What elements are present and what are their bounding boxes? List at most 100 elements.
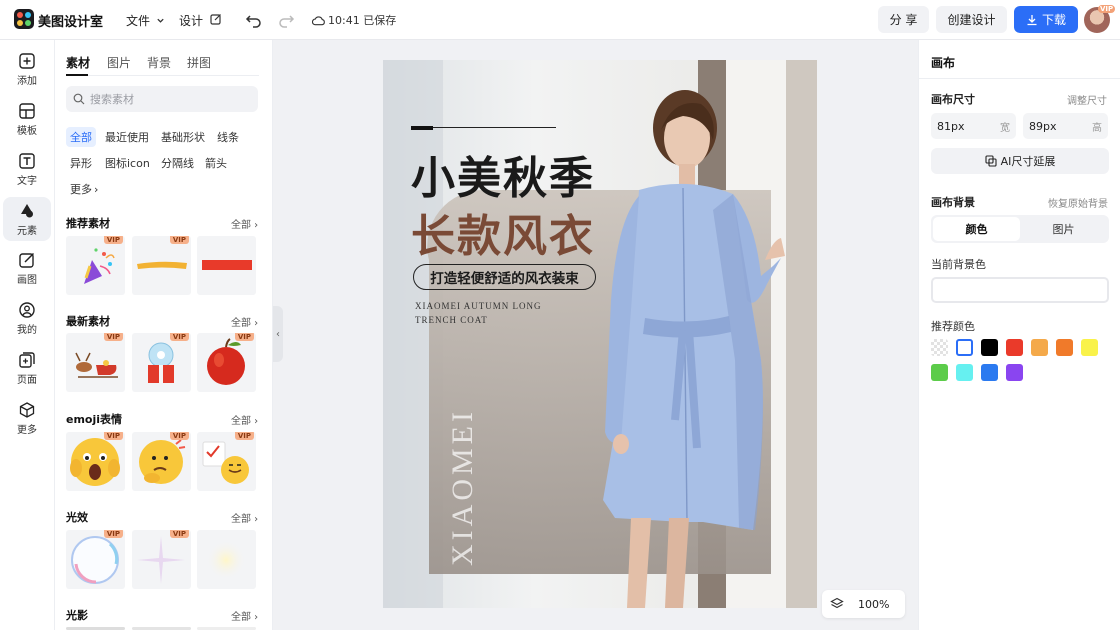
asset-thumb[interactable]: VIP	[132, 432, 191, 491]
sparkle-icon	[137, 536, 185, 584]
chip-dividers[interactable]: 分隔线	[157, 153, 198, 173]
nav-item-elements[interactable]: 元素	[3, 197, 51, 241]
tab-images[interactable]: 图片	[107, 54, 131, 71]
design-menu[interactable]: 设计	[179, 12, 222, 29]
edit-icon	[210, 14, 221, 25]
asset-thumb[interactable]	[197, 530, 256, 589]
nav-label-draw: 画图	[17, 274, 37, 286]
swatch-red[interactable]	[1006, 339, 1023, 356]
model-photo[interactable]	[383, 60, 817, 608]
nav-item-text[interactable]: 文字	[3, 147, 51, 191]
user-icon	[19, 301, 35, 318]
swatch-orange[interactable]	[1056, 339, 1073, 356]
recommended-colors-label: 推荐颜色	[931, 320, 975, 333]
tab-materials[interactable]: 素材	[66, 54, 90, 71]
seg-image[interactable]: 图片	[1020, 217, 1107, 241]
tab-backgrounds[interactable]: 背景	[147, 54, 171, 71]
active-tab-indicator	[66, 74, 88, 76]
panel-divider	[919, 78, 1120, 79]
bubble-icon	[71, 536, 119, 584]
chip-recent[interactable]: 最近使用	[101, 127, 153, 147]
collapse-panel-handle[interactable]: ‹	[273, 306, 283, 362]
swatch-light-orange[interactable]	[1031, 339, 1048, 356]
zoom-value[interactable]: 100%	[858, 598, 889, 611]
asset-thumb[interactable]: VIP	[132, 236, 191, 295]
nav-item-more[interactable]: 更多	[3, 396, 51, 440]
asset-thumb[interactable]: VIP	[66, 432, 125, 491]
swatch-yellow[interactable]	[1081, 339, 1098, 356]
app-logo-icon[interactable]	[14, 9, 34, 29]
nav-item-add[interactable]: 添加	[3, 47, 51, 91]
canvas-bg-label: 画布背景	[931, 196, 975, 209]
swatch-black[interactable]	[981, 339, 998, 356]
width-value: 81px	[937, 119, 965, 133]
swatch-green[interactable]	[931, 364, 948, 381]
see-all-label: 全部	[231, 318, 251, 329]
section-all-recommended[interactable]: 全部 ›	[231, 216, 258, 231]
current-bg-label: 当前背景色	[931, 258, 986, 271]
section-title-light-shadow: 光影	[66, 609, 88, 622]
adjust-size-link[interactable]: 调整尺寸	[1067, 92, 1107, 107]
see-all-label: 全部	[231, 220, 251, 231]
see-all-label: 全部	[231, 416, 251, 427]
asset-thumb[interactable]: VIP	[197, 432, 256, 491]
download-button[interactable]: 下载	[1014, 6, 1078, 33]
vip-badge: VIP	[234, 333, 254, 341]
nav-item-pages[interactable]: 页面	[3, 346, 51, 390]
glow-icon	[206, 540, 246, 580]
nav-item-draw[interactable]: 画图	[3, 246, 51, 290]
ai-size-extend-button[interactable]: AI尺寸延展	[931, 148, 1109, 174]
asset-thumb[interactable]: VIP	[66, 236, 125, 295]
swatch-transparent[interactable]	[931, 339, 948, 356]
search-input[interactable]: 搜索素材	[66, 86, 258, 112]
width-field[interactable]: 81px 宽	[931, 113, 1016, 139]
app-name[interactable]: 美图设计室	[38, 11, 103, 30]
asset-thumb[interactable]: VIP	[66, 333, 125, 392]
chip-basic-shapes[interactable]: 基础形状	[157, 127, 209, 147]
asset-thumb[interactable]: VIP	[132, 333, 191, 392]
section-title-recommended: 推荐素材	[66, 217, 110, 230]
vip-badge: VIP	[169, 530, 189, 538]
search-icon	[73, 93, 85, 105]
asset-thumb[interactable]	[197, 236, 256, 295]
file-menu[interactable]: 文件	[126, 12, 165, 29]
height-field[interactable]: 89px 高	[1023, 113, 1108, 139]
ai-resize-icon	[985, 155, 997, 167]
swatch-purple[interactable]	[1006, 364, 1023, 381]
design-canvas[interactable]: 小美秋季 长款风衣 打造轻便舒适的风衣装束 XIAOMEI AUTUMN LON…	[383, 60, 817, 608]
nav-item-template[interactable]: 模板	[3, 97, 51, 141]
chevron-right-icon: ›	[94, 182, 99, 196]
chip-irregular[interactable]: 异形	[66, 153, 96, 173]
chip-more[interactable]: 更多 ›	[66, 179, 102, 199]
plus-square-icon	[19, 52, 35, 69]
asset-thumb[interactable]: VIP	[197, 333, 256, 392]
asset-thumb[interactable]: VIP	[66, 530, 125, 589]
thinking-emoji-icon	[139, 439, 186, 484]
zoom-control[interactable]: 100%	[822, 590, 905, 618]
chip-lines[interactable]: 线条	[213, 127, 243, 147]
asset-thumb[interactable]: VIP	[132, 530, 191, 589]
section-all-newest[interactable]: 全部 ›	[231, 314, 258, 329]
layers-icon[interactable]	[830, 597, 844, 611]
chip-arrows[interactable]: 箭头	[201, 153, 231, 173]
create-design-button[interactable]: 创建设计	[936, 6, 1007, 33]
nav-item-mine[interactable]: 我的	[3, 296, 51, 340]
restore-bg-link[interactable]: 恢复原始背景	[1048, 195, 1108, 210]
section-all-light-effects[interactable]: 全部 ›	[231, 510, 258, 525]
party-popper-icon	[84, 248, 115, 284]
section-all-light-shadow[interactable]: 全部 ›	[231, 608, 258, 623]
current-bg-color[interactable]	[931, 277, 1109, 303]
undo-icon[interactable]	[244, 10, 264, 30]
swatch-cyan[interactable]	[956, 364, 973, 381]
seg-color[interactable]: 颜色	[933, 217, 1020, 241]
chip-more-label: 更多	[70, 183, 92, 196]
chip-icons[interactable]: 图标icon	[101, 153, 154, 173]
share-button[interactable]: 分 享	[878, 6, 929, 33]
chip-all[interactable]: 全部	[66, 127, 96, 147]
tab-collage[interactable]: 拼图	[187, 54, 211, 71]
swatch-blue[interactable]	[981, 364, 998, 381]
redo-icon[interactable]	[276, 10, 296, 30]
top-bar: 美图设计室 文件 设计 10:41 已保存 分 享 创建设计 下载 VIP	[0, 0, 1120, 40]
swatch-white-selected[interactable]	[956, 339, 973, 356]
section-all-emoji[interactable]: 全部 ›	[231, 412, 258, 427]
